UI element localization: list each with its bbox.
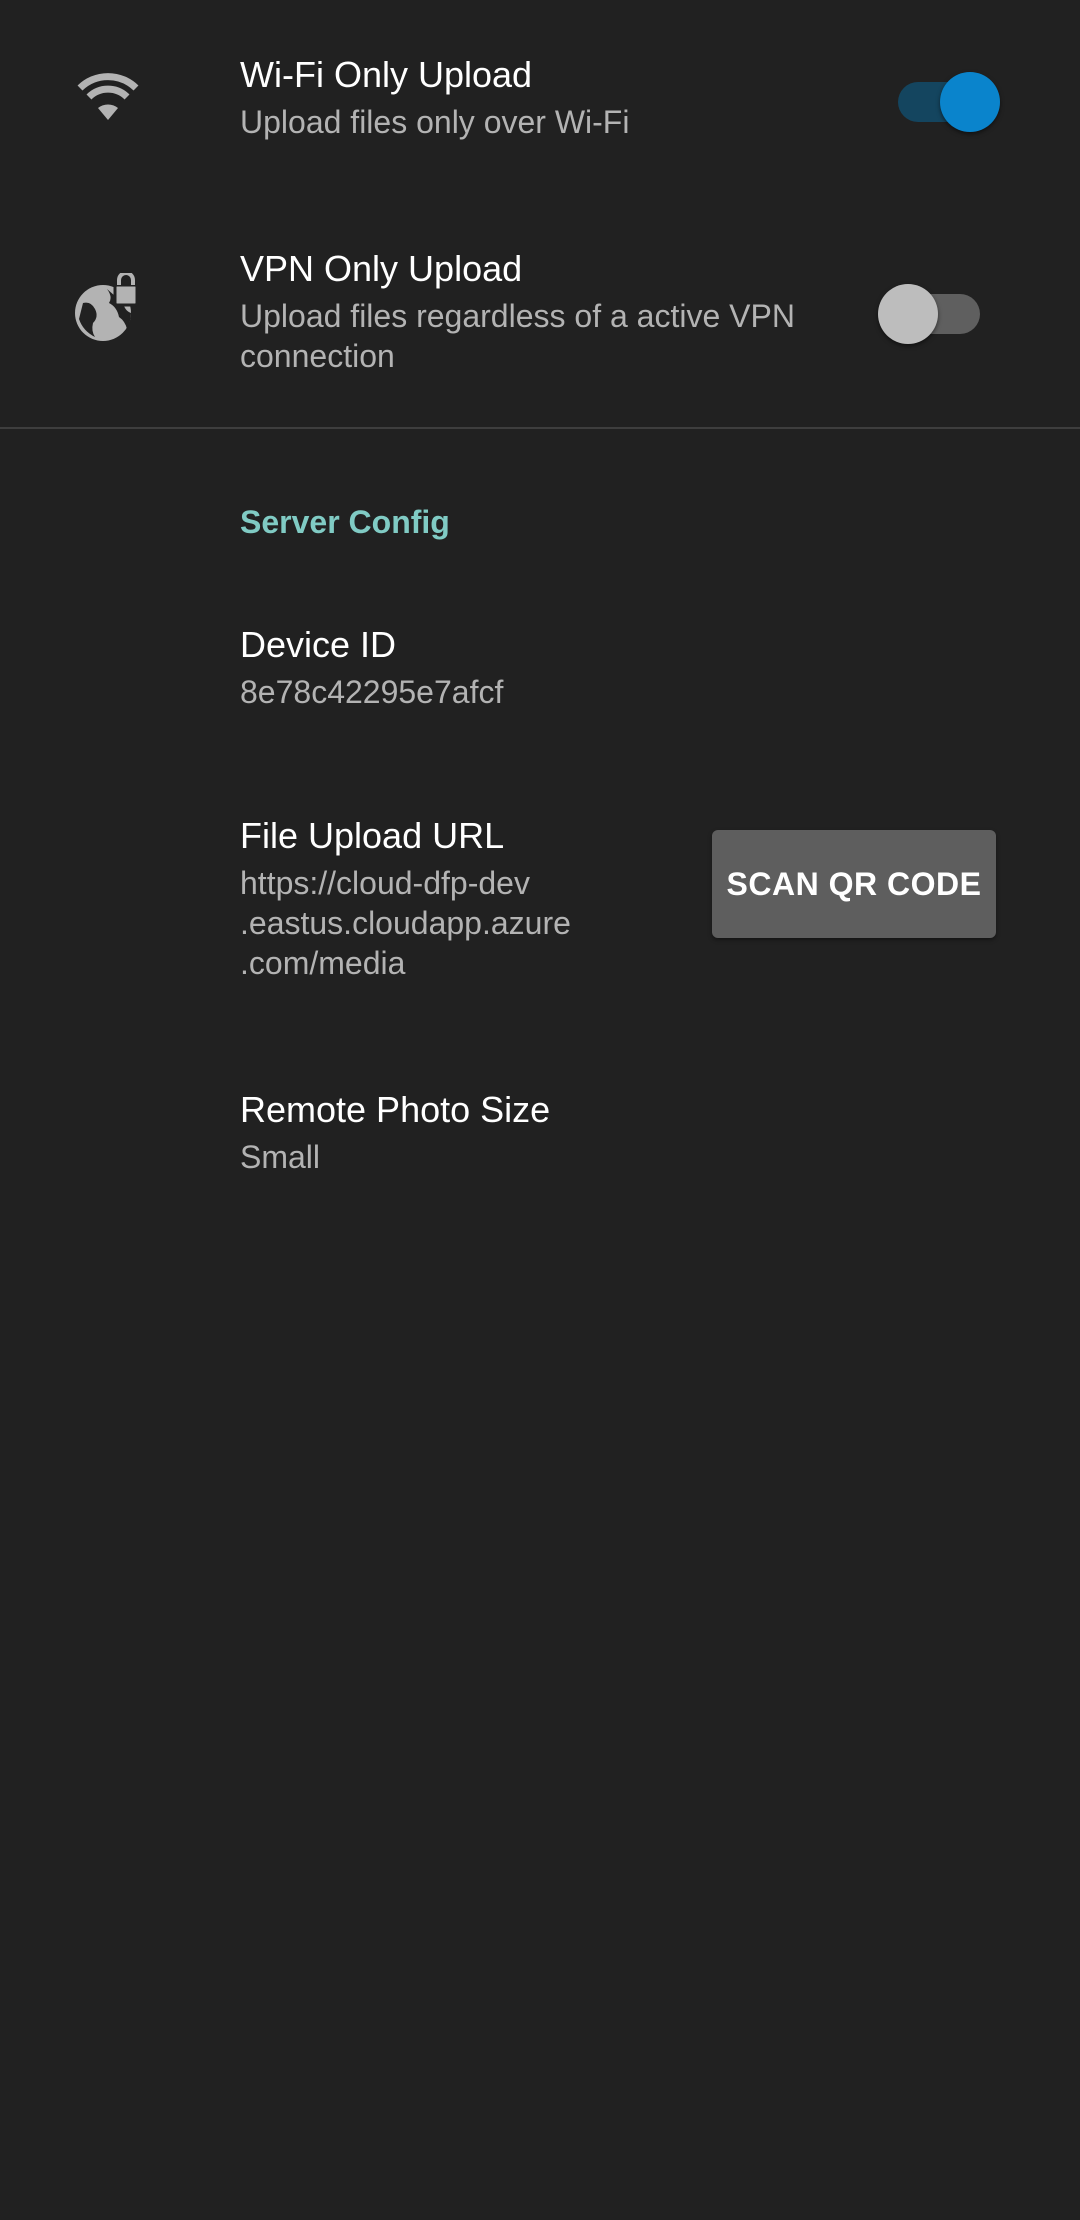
remote-photo-size-text: Remote Photo Size Small — [240, 1087, 550, 1177]
server-config-header: Server Config — [240, 504, 450, 540]
switch-thumb — [878, 284, 938, 344]
vpn-only-upload-row[interactable]: VPN Only Upload Upload files regardless … — [0, 230, 1080, 425]
vpn-lock-icon — [72, 272, 144, 344]
url-line: .eastus.cloudapp.azure — [240, 905, 571, 941]
scan-qr-code-button[interactable]: SCAN QR CODE — [712, 830, 996, 938]
wifi-only-upload-summary: Upload files only over Wi-Fi — [240, 104, 630, 140]
wifi-icon — [72, 60, 144, 132]
vpn-only-upload-title: VPN Only Upload — [240, 248, 523, 289]
device-id-value: 8e78c42295e7afcf — [240, 674, 504, 710]
file-upload-url-title: File Upload URL — [240, 815, 505, 856]
device-id-title: Device ID — [240, 624, 397, 665]
settings-screen: Wi-Fi Only Upload Upload files only over… — [0, 0, 1080, 2220]
file-upload-url-value: https://cloud-dfp-dev .eastus.cloudapp.a… — [240, 863, 571, 983]
device-id-row[interactable]: Device ID 8e78c42295e7afcf — [0, 590, 1080, 740]
remote-photo-size-row[interactable]: Remote Photo Size Small — [0, 1055, 1080, 1205]
remote-photo-size-title: Remote Photo Size — [240, 1089, 551, 1130]
section-divider — [0, 427, 1080, 429]
vpn-only-upload-text: VPN Only Upload Upload files regardless … — [240, 246, 800, 376]
vpn-only-upload-switch[interactable] — [878, 276, 988, 344]
file-upload-url-text: File Upload URL https://cloud-dfp-dev .e… — [240, 813, 571, 983]
wifi-only-upload-text: Wi-Fi Only Upload Upload files only over… — [240, 52, 629, 142]
wifi-only-upload-row[interactable]: Wi-Fi Only Upload Upload files only over… — [0, 0, 1080, 190]
wifi-only-upload-switch[interactable] — [890, 64, 1000, 132]
url-line: https://cloud-dfp-dev — [240, 865, 530, 901]
url-line: .com/media — [240, 945, 406, 981]
wifi-only-upload-title: Wi-Fi Only Upload — [240, 54, 533, 95]
device-id-text: Device ID 8e78c42295e7afcf — [240, 622, 503, 712]
remote-photo-size-value: Small — [240, 1139, 321, 1175]
vpn-only-upload-summary: Upload files regardless of a active VPN … — [240, 298, 795, 374]
switch-thumb — [940, 72, 1000, 132]
